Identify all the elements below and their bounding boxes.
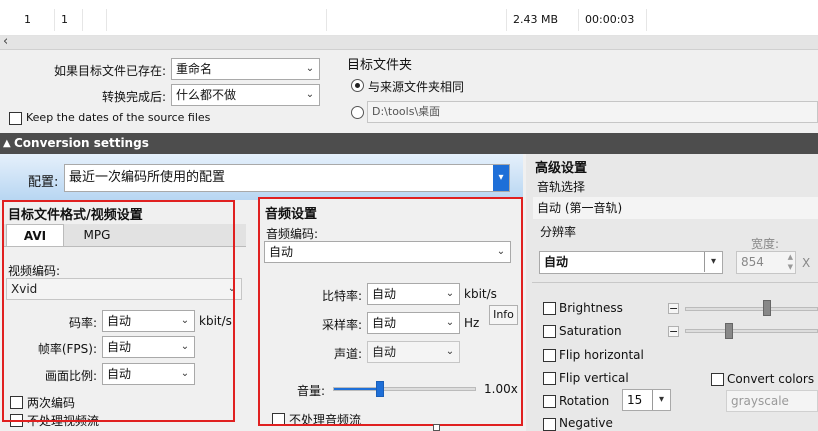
file-cell-blank-4 — [646, 9, 818, 31]
file-index: 1 — [24, 13, 31, 26]
flip-horizontal-label: Flip horizontal — [559, 348, 644, 362]
file-size: 2.43 MB — [506, 9, 578, 31]
keep-dates-checkbox[interactable] — [9, 112, 22, 125]
chevron-down-icon: ▾ — [652, 390, 670, 410]
brightness-checkbox[interactable] — [543, 302, 556, 315]
collapse-arrow-icon: ▲ — [3, 138, 11, 149]
chevron-down-icon: ▾ — [493, 165, 509, 191]
config-value: 最近一次编码所使用的配置 — [69, 170, 226, 185]
flip-horizontal-checkbox[interactable] — [543, 349, 556, 362]
grayscale-select[interactable]: grayscale — [726, 390, 818, 412]
saturation-slider[interactable] — [685, 329, 818, 333]
chevron-down-icon: ⌄ — [305, 63, 315, 74]
resolution-value: 自动 — [544, 255, 569, 269]
custom-folder-radio[interactable] — [351, 106, 364, 119]
negative-checkbox[interactable] — [543, 418, 556, 431]
saturation-thumb[interactable] — [724, 323, 733, 339]
spin-up-icon[interactable]: ▲ — [788, 253, 793, 262]
config-label: 配置: — [28, 175, 59, 190]
saturation-minus-button[interactable]: − — [668, 326, 679, 337]
horizontal-scrollbar[interactable]: ‹ — [0, 34, 818, 50]
chevron-down-icon: ▾ — [704, 252, 722, 272]
flip-vertical-checkbox[interactable] — [543, 372, 556, 385]
scroll-left-icon[interactable]: ‹ — [3, 34, 8, 49]
custom-folder-path: D:\tools\桌面 — [372, 105, 441, 118]
video-highlight-box — [2, 200, 235, 422]
exists-select[interactable]: 重命名 ⌄ — [171, 58, 320, 80]
negative-label: Negative — [559, 416, 613, 430]
brightness-slider[interactable] — [685, 307, 818, 311]
track-value[interactable]: 自动 (第一音轨) — [533, 197, 818, 219]
file-count: 1 — [54, 9, 82, 31]
track-label: 音轨选择 — [537, 180, 586, 194]
keep-dates-label: Keep the dates of the source files — [26, 111, 211, 124]
same-folder-label: 与来源文件夹相同 — [368, 80, 465, 94]
config-select[interactable]: 最近一次编码所使用的配置 ▾ — [64, 164, 510, 192]
custom-folder-input[interactable]: D:\tools\桌面 — [367, 101, 818, 123]
convert-colors-label: Convert colors to — [727, 372, 818, 386]
conversion-settings-header[interactable]: ▲ Conversion settings — [0, 133, 818, 154]
target-folder-label: 目标文件夹 — [347, 58, 413, 73]
flip-vertical-label: Flip vertical — [559, 371, 629, 385]
saturation-checkbox[interactable] — [543, 325, 556, 338]
resolution-select[interactable]: 自动 ▾ — [539, 251, 723, 274]
brightness-label: Brightness — [559, 301, 623, 315]
convert-colors-checkbox[interactable] — [711, 373, 724, 386]
rotation-label: Rotation — [559, 394, 610, 408]
x-separator: X — [802, 256, 811, 270]
same-folder-radio[interactable] — [351, 79, 364, 92]
brightness-minus-button[interactable]: − — [668, 303, 679, 314]
rotation-value: 15 — [627, 393, 643, 407]
grayscale-value: grayscale — [731, 394, 789, 408]
after-value: 什么都不做 — [176, 88, 237, 102]
resize-handle[interactable] — [433, 424, 440, 431]
resolution-label: 分辨率 — [540, 225, 577, 239]
exists-value: 重命名 — [176, 62, 213, 76]
advanced-title: 高级设置 — [535, 161, 588, 176]
after-label: 转换完成后: — [101, 90, 166, 104]
chevron-down-icon: ⌄ — [305, 89, 315, 100]
advanced-divider — [532, 282, 818, 283]
file-list[interactable]: 1 1 2.43 MB 00:00:03 — [0, 0, 818, 36]
width-value: 854 — [741, 255, 764, 269]
file-cell-blank-3 — [326, 9, 506, 31]
exists-label: 如果目标文件已存在: — [53, 64, 166, 78]
saturation-label: Saturation — [559, 324, 622, 338]
file-duration: 00:00:03 — [578, 9, 646, 31]
after-select[interactable]: 什么都不做 ⌄ — [171, 84, 320, 106]
rotation-select[interactable]: 15 ▾ — [622, 389, 671, 411]
conversion-settings-title: Conversion settings — [14, 136, 149, 150]
spin-down-icon[interactable]: ▼ — [788, 263, 793, 272]
width-label: 宽度: — [751, 237, 780, 251]
file-cell-blank — [82, 9, 106, 31]
file-cell-blank-2 — [106, 9, 326, 31]
width-input[interactable]: 854 ▲ ▼ — [736, 251, 796, 274]
brightness-thumb[interactable] — [763, 300, 772, 316]
audio-highlight-box — [258, 197, 523, 426]
rotation-checkbox[interactable] — [543, 395, 556, 408]
